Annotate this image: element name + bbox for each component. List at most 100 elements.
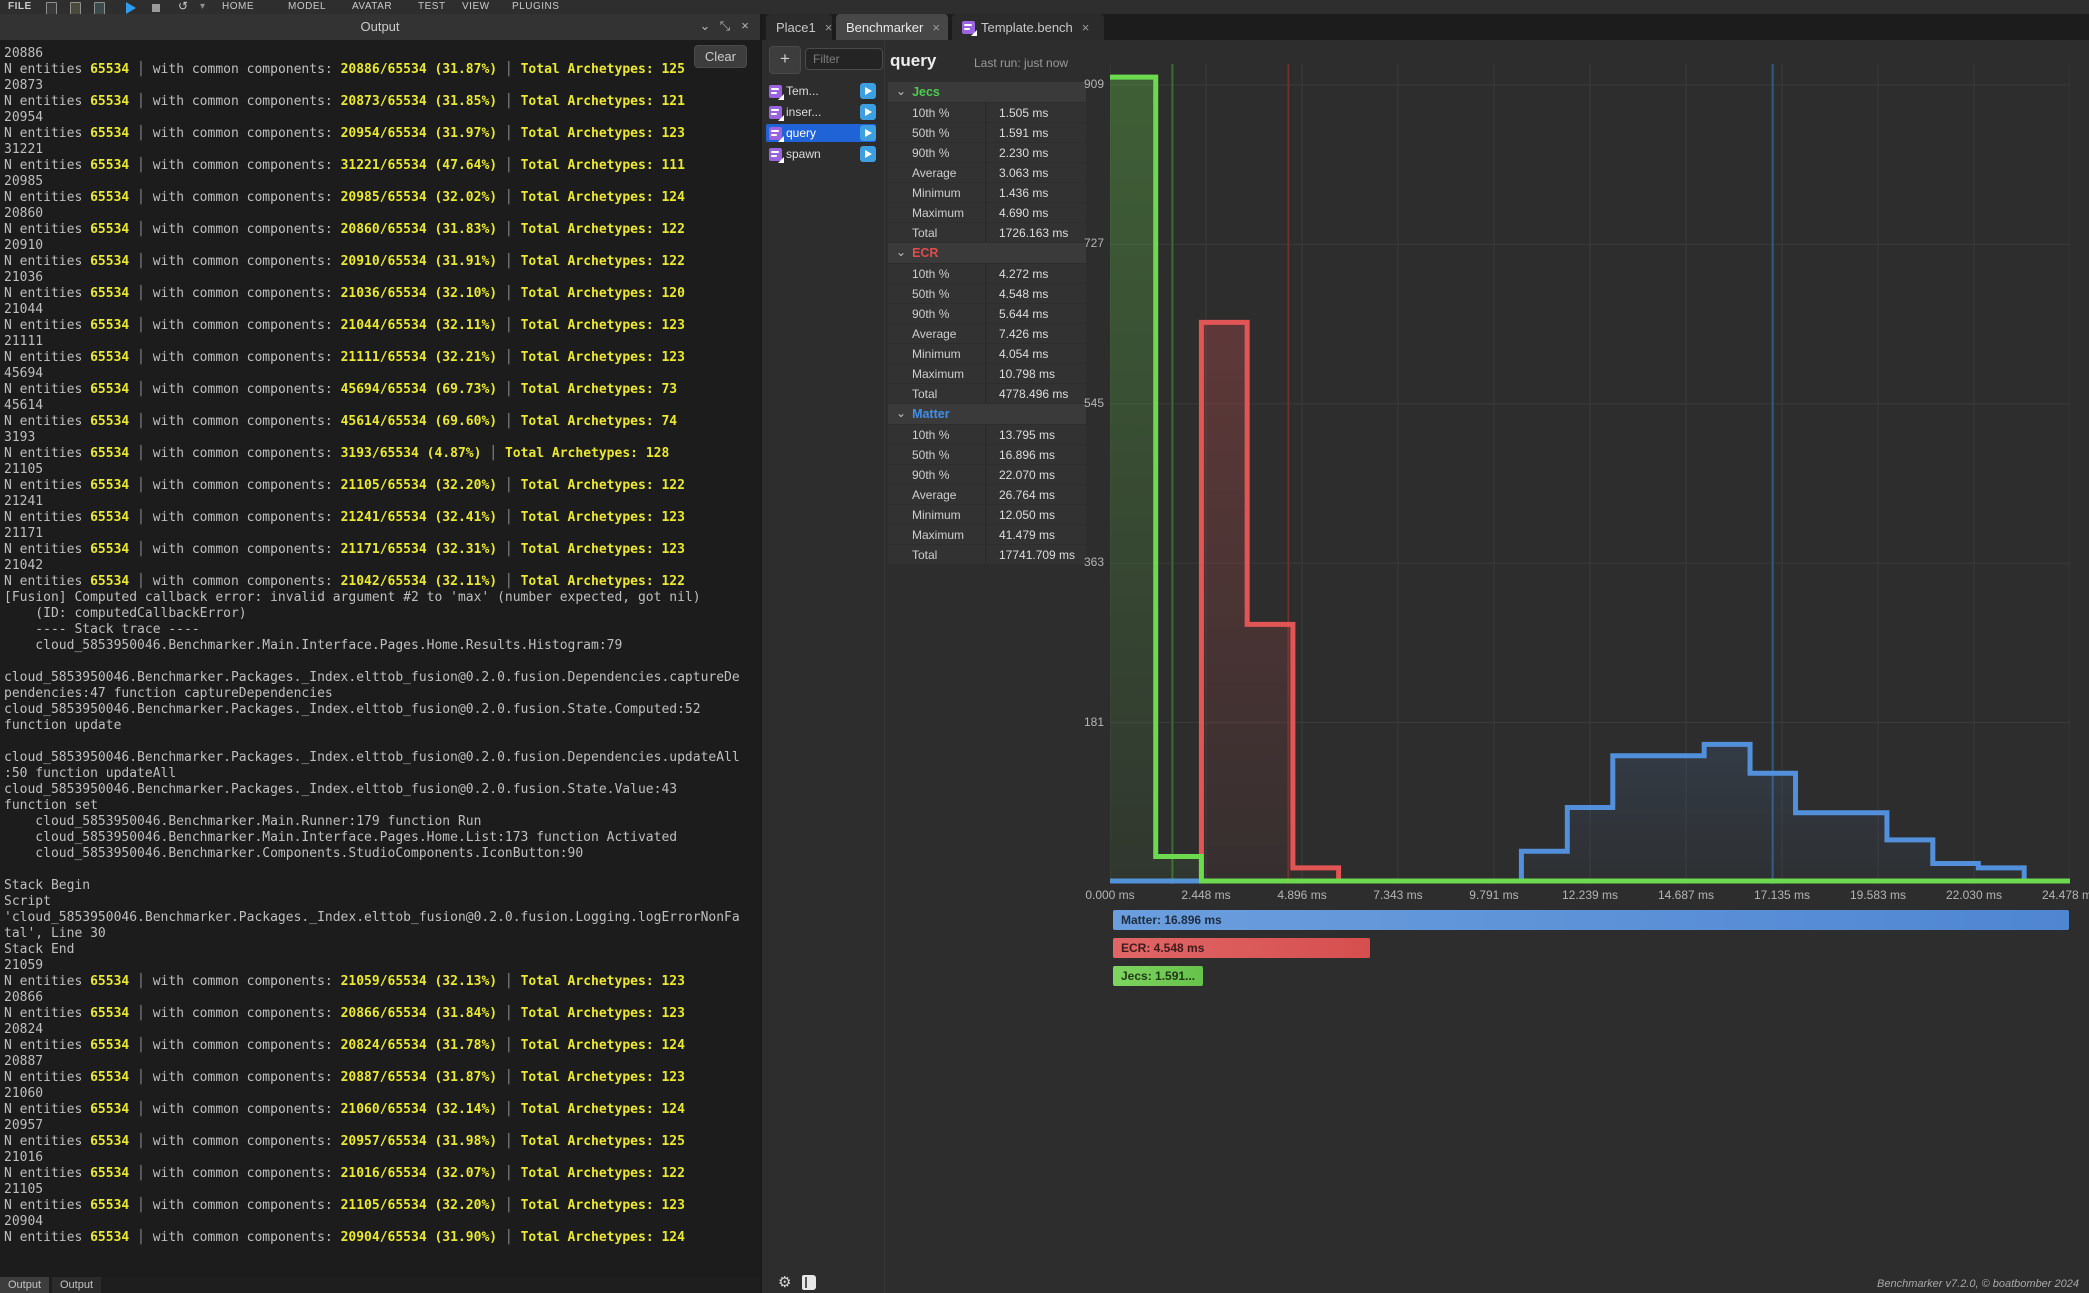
undo-dropdown-icon[interactable]: ▾ [200,1,206,12]
benchmark-item-label: inser... [786,105,821,119]
stat-value: 1.591 ms [987,123,1086,142]
console-line [4,734,740,750]
script-icon [769,127,782,140]
legend-bar-ecr[interactable]: ECR: 4.548 ms [1113,938,1370,958]
benchmark-item-Tem[interactable]: Tem... [766,82,876,100]
stat-value: 41.479 ms [987,525,1086,544]
stat-label: Average [888,485,985,504]
legend-bar-jecs[interactable]: Jecs: 1.591... [1113,966,1203,986]
tab-close-icon[interactable]: × [825,20,833,35]
docs-book-icon[interactable] [802,1275,816,1290]
stat-value: 4.548 ms [987,284,1086,303]
console-line: 20957 [4,1118,740,1134]
console-line: N entities 65534 │ with common component… [4,1070,740,1086]
legend-label: Matter: 16.896 ms [1113,910,2069,930]
stats-row: Average3.063 ms [888,163,1086,182]
stats-row: Average7.426 ms [888,324,1086,343]
benchmark-item-inser[interactable]: inser... [766,103,876,121]
stats-section-name: Matter [912,407,950,421]
console-line: N entities 65534 │ with common component… [4,1102,740,1118]
console-line: 21111 [4,334,740,350]
output-bottom-tab-1[interactable]: Output [0,1277,49,1293]
stats-tables: ⌄Jecs10th %1.505 ms50th %1.591 ms90th %2… [888,82,1086,565]
stats-section-name: Jecs [912,85,940,99]
play-button-icon[interactable] [126,2,136,14]
legend-bar-matter[interactable]: Matter: 16.896 ms [1113,910,2069,930]
output-console[interactable]: 20886N entities 65534 │ with common comp… [0,40,760,1277]
output-bottom-tab-2[interactable]: Output [52,1277,101,1293]
console-line: 21241 [4,494,740,510]
stats-row: Maximum4.690 ms [888,203,1086,222]
stat-value: 1.436 ms [987,183,1086,202]
console-line: N entities 65534 │ with common component… [4,222,740,238]
stat-label: 90th % [888,465,985,484]
tab-place1[interactable]: Place1× [766,14,832,40]
benchmark-item-query[interactable]: query [766,124,876,142]
run-benchmark-button[interactable] [860,125,876,141]
stat-label: Maximum [888,203,985,222]
collapse-icon[interactable]: ⌄ [696,18,714,34]
tab-template-bench[interactable]: Template.bench × [952,14,1104,40]
stat-label: Maximum [888,525,985,544]
close-icon[interactable]: × [736,18,754,33]
clear-button[interactable]: Clear [694,45,747,68]
menu-home[interactable]: HOME [222,1,254,12]
console-line: 20887 [4,1054,740,1070]
app-root: FILE ↺ ▾ HOME MODEL AVATAR TEST VIEW PLU… [0,0,2089,1293]
x-axis-tick: 17.135 ms [1742,888,1822,902]
filter-input[interactable] [805,48,883,70]
console-line: 21171 [4,526,740,542]
run-benchmark-button[interactable] [860,146,876,162]
console-line: cloud_5853950046.Benchmarker.Packages._I… [4,750,740,766]
menu-plugins[interactable]: PLUGINS [512,1,559,12]
console-line: 45694 [4,366,740,382]
console-line: (ID: computedCallbackError) [4,606,740,622]
chevron-down-icon: ⌄ [896,406,906,420]
file-menu[interactable]: FILE [8,1,32,12]
stat-label: 50th % [888,284,985,303]
tab-label: Template.bench [981,20,1073,35]
output-bottom-tabbar: Output Output [0,1277,760,1293]
stats-row: 50th %4.548 ms [888,284,1086,303]
dock-icon[interactable]: ⤡ [716,18,734,34]
save-file-icon[interactable] [94,2,105,14]
tab-close-icon[interactable]: × [1082,20,1090,35]
console-line: 20866 [4,990,740,1006]
legend-label: Jecs: 1.591... [1113,966,1203,986]
console-line: N entities 65534 │ with common component… [4,510,740,526]
output-panel-title: Output [0,19,760,34]
stat-value: 5.644 ms [987,304,1086,323]
x-axis-tick: 9.791 ms [1454,888,1534,902]
console-line: cloud_5853950046.Benchmarker.Packages._I… [4,670,740,686]
console-line: function update [4,718,740,734]
stats-row: 50th %1.591 ms [888,123,1086,142]
run-benchmark-button[interactable] [860,83,876,99]
console-line: :50 function updateAll [4,766,740,782]
y-axis-tick: 363 [1048,555,1104,569]
stat-label: 10th % [888,103,985,122]
console-line: 45614 [4,398,740,414]
stat-label: 90th % [888,143,985,162]
console-line: Script [4,894,740,910]
undo-icon[interactable]: ↺ [178,0,189,13]
x-axis-tick: 4.896 ms [1262,888,1342,902]
benchmark-item-spawn[interactable]: spawn [766,145,876,163]
stat-label: Minimum [888,344,985,363]
menu-test[interactable]: TEST [418,1,446,12]
chevron-down-icon: ⌄ [896,245,906,259]
tab-benchmarker[interactable]: Benchmarker× [836,14,948,40]
run-benchmark-button[interactable] [860,104,876,120]
stop-button-icon[interactable] [152,4,160,12]
open-file-icon[interactable] [70,2,81,14]
menu-avatar[interactable]: AVATAR [352,1,392,12]
x-axis-tick: 14.687 ms [1646,888,1726,902]
new-file-icon[interactable] [46,2,57,14]
menu-model[interactable]: MODEL [288,1,326,12]
stat-value: 22.070 ms [987,465,1086,484]
menu-view[interactable]: VIEW [462,1,490,12]
stats-row: Minimum1.436 ms [888,183,1086,202]
console-line: cloud_5853950046.Benchmarker.Packages._I… [4,782,740,798]
add-benchmark-button[interactable]: + [769,46,801,74]
gear-icon[interactable]: ⚙ [778,1273,791,1291]
tab-close-icon[interactable]: × [932,20,940,35]
